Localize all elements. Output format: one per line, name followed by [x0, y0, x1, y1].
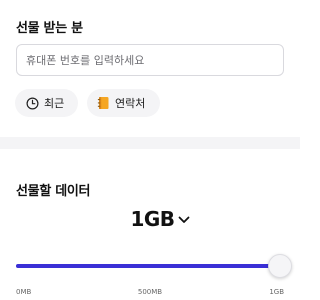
- clock-icon: [26, 96, 39, 110]
- slider-track: [16, 264, 274, 268]
- contacts-button-label: 연락처: [115, 97, 146, 110]
- phone-number-input[interactable]: [16, 44, 284, 76]
- chevron-down-icon: [178, 216, 190, 224]
- selected-amount: 1GB: [130, 207, 175, 231]
- recent-button-label: 최근: [44, 97, 65, 110]
- recipient-section-title: 선물 받는 분: [16, 21, 83, 36]
- contacts-button[interactable]: 연락처: [87, 89, 160, 117]
- gift-data-section-title: 선물할 데이터: [16, 184, 91, 199]
- slider-thumb[interactable]: [268, 254, 292, 278]
- amount-selector[interactable]: 1GB: [0, 207, 300, 231]
- recent-button[interactable]: 최근: [15, 89, 78, 117]
- data-amount-slider[interactable]: [16, 254, 292, 278]
- slider-max-label: 1GB: [269, 288, 284, 296]
- gift-data-screen: 선물 받는 분 최근 연락처 선물할 데이터 1GB: [0, 0, 300, 300]
- slider-mid-label: 500MB: [137, 288, 163, 296]
- address-book-icon: [97, 96, 110, 110]
- slider-fill: [16, 264, 274, 268]
- section-divider: [0, 137, 300, 149]
